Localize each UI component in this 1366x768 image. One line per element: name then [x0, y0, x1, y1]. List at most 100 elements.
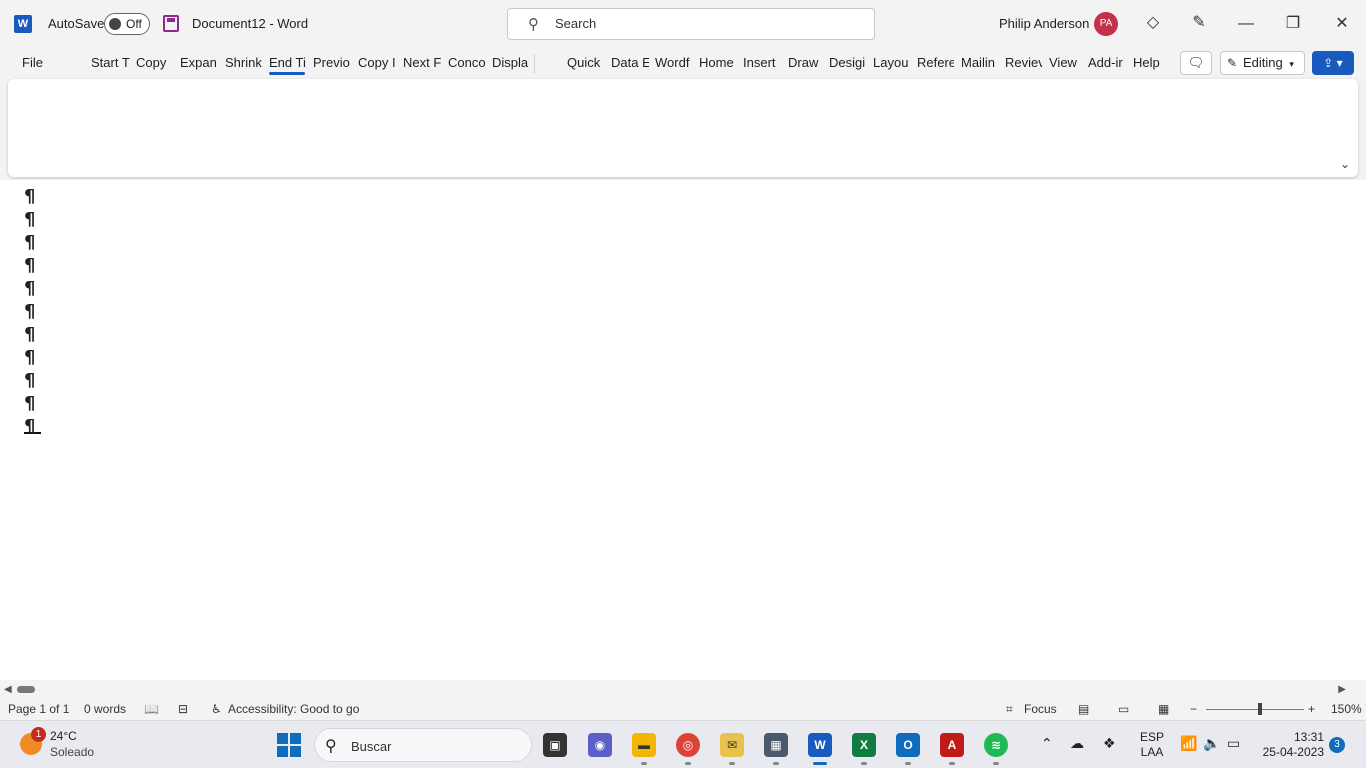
volume-icon[interactable]: 🔈: [1203, 735, 1220, 752]
calculator-icon[interactable]: ▦: [764, 733, 788, 757]
read-mode-icon[interactable]: ▤: [1078, 702, 1089, 716]
paragraph-mark[interactable]: ¶: [24, 369, 41, 392]
tab-next-f[interactable]: Next F: [403, 48, 443, 78]
tab-conco[interactable]: Conco: [448, 48, 488, 78]
tab-mailings[interactable]: Mailin: [961, 48, 998, 78]
tab-help[interactable]: Help: [1133, 48, 1165, 78]
language-code: ESP: [1140, 730, 1165, 744]
tab-end-ti[interactable]: End Ti: [269, 48, 308, 78]
tab-data-e[interactable]: Data E: [611, 48, 649, 78]
minimize-button[interactable]: —: [1231, 10, 1261, 38]
tab-start-t[interactable]: Start T: [91, 48, 131, 78]
chrome-icon[interactable]: ◎: [676, 733, 700, 757]
wifi-icon[interactable]: 📶: [1180, 735, 1197, 752]
tab-home[interactable]: Home: [699, 48, 737, 78]
sync-cloud-icon[interactable]: ☁: [1070, 735, 1084, 752]
accessibility-status[interactable]: Accessibility: Good to go: [228, 702, 359, 716]
weather-condition[interactable]: Soleado: [50, 745, 94, 759]
toggle-knob: [109, 18, 121, 30]
sticky-notes-icon[interactable]: ✉: [720, 733, 744, 757]
search-box[interactable]: ⚲: [507, 8, 875, 40]
tab-add-ins[interactable]: Add-ir: [1088, 48, 1125, 78]
windows-start-icon[interactable]: [277, 733, 301, 757]
pen-icon[interactable]: ✎: [1187, 12, 1211, 32]
user-name[interactable]: Philip Anderson: [999, 16, 1089, 31]
paragraph-mark[interactable]: ¶: [24, 231, 41, 254]
tab-view[interactable]: View: [1049, 48, 1081, 78]
tab-references[interactable]: Refere: [917, 48, 954, 78]
paragraph-mark[interactable]: ¶: [24, 185, 41, 208]
paragraph-mark[interactable]: ¶: [24, 254, 41, 277]
paragraph-mark[interactable]: ¶: [24, 346, 41, 369]
web-layout-icon[interactable]: ▦: [1158, 702, 1169, 716]
dropbox-icon[interactable]: ❖: [1103, 735, 1116, 752]
focus-icon: ⌗: [1006, 702, 1013, 716]
word-app-icon[interactable]: W: [808, 733, 832, 757]
zoom-slider[interactable]: [1206, 709, 1304, 710]
file-explorer-icon[interactable]: ▬: [632, 733, 656, 757]
autosave-toggle[interactable]: Off: [104, 13, 150, 35]
taskbar-search[interactable]: ⚲ Buscar: [314, 728, 532, 762]
show-hidden-icons-chevron-up-icon[interactable]: ⌃: [1041, 735, 1053, 752]
avatar[interactable]: PA: [1094, 12, 1118, 36]
document-canvas[interactable]: ¶ ¶ ¶ ¶ ¶ ¶ ¶ ¶ ¶ ¶ ¶: [0, 180, 1366, 680]
excel-icon[interactable]: X: [852, 733, 876, 757]
ribbon-expand-chevron-icon[interactable]: ⌄: [1340, 157, 1350, 171]
tab-draw[interactable]: Draw: [788, 48, 822, 78]
paragraph-mark[interactable]: ¶: [24, 323, 41, 346]
scroll-right-icon[interactable]: ▶: [1338, 684, 1346, 695]
tab-displa[interactable]: Displa: [492, 48, 532, 78]
teams-chat-icon[interactable]: ◉: [588, 733, 612, 757]
track-changes-icon[interactable]: ⊟: [178, 702, 188, 716]
tab-insert[interactable]: Insert: [743, 48, 781, 78]
search-input[interactable]: [555, 16, 855, 31]
restore-button[interactable]: ❐: [1278, 10, 1308, 38]
battery-icon[interactable]: ▭: [1227, 735, 1240, 752]
tab-file[interactable]: File: [22, 48, 62, 78]
zoom-in-icon[interactable]: +: [1308, 702, 1315, 716]
paragraph-mark[interactable]: ¶: [24, 277, 41, 300]
zoom-level[interactable]: 150%: [1331, 702, 1362, 716]
system-clock[interactable]: 13:31 25-04-2023: [1260, 730, 1324, 760]
comments-button[interactable]: 🗨: [1180, 51, 1212, 75]
pencil-icon: ✎: [1227, 56, 1238, 70]
tab-copy-i[interactable]: Copy I: [358, 48, 398, 78]
input-language[interactable]: ESP LAA: [1140, 730, 1164, 760]
acrobat-icon[interactable]: A: [940, 733, 964, 757]
proofing-icon[interactable]: 📖: [144, 702, 159, 716]
outlook-icon[interactable]: O: [896, 733, 920, 757]
word-count[interactable]: 0 words: [84, 702, 126, 716]
focus-button[interactable]: Focus: [1024, 702, 1057, 716]
paragraph-mark[interactable]: ¶: [24, 208, 41, 231]
scroll-thumb[interactable]: [17, 686, 35, 693]
tab-layout[interactable]: Layou: [873, 48, 910, 78]
tab-review[interactable]: Reviev: [1005, 48, 1042, 78]
tab-expan[interactable]: Expan: [180, 48, 220, 78]
zoom-slider-thumb[interactable]: [1258, 703, 1262, 715]
tab-copy[interactable]: Copy: [136, 48, 172, 78]
notification-badge[interactable]: 3: [1329, 737, 1345, 753]
document-title[interactable]: Document12 - Word: [192, 16, 308, 31]
chrome-indicator: [685, 762, 691, 765]
print-layout-icon[interactable]: ▭: [1118, 702, 1129, 716]
scroll-left-icon[interactable]: ◀: [4, 684, 12, 695]
diamond-icon[interactable]: ◇: [1141, 12, 1165, 32]
tab-design[interactable]: Desigi: [829, 48, 866, 78]
spotify-icon[interactable]: ≋: [984, 733, 1008, 757]
page-count[interactable]: Page 1 of 1: [8, 702, 69, 716]
editing-mode-button[interactable]: ✎ Editing ▾: [1220, 51, 1305, 75]
paragraph-mark[interactable]: ¶: [24, 300, 41, 323]
weather-temperature[interactable]: 24°C: [50, 729, 77, 743]
task-view-icon[interactable]: ▣: [543, 733, 567, 757]
paragraph-mark[interactable]: ¶: [24, 415, 41, 438]
tab-wordf[interactable]: Wordf: [655, 48, 691, 78]
save-icon[interactable]: [163, 15, 179, 32]
zoom-out-icon[interactable]: −: [1190, 702, 1197, 716]
paragraph-mark[interactable]: ¶: [24, 392, 41, 415]
tab-quick[interactable]: Quick: [567, 48, 603, 78]
close-button[interactable]: ✕: [1327, 10, 1357, 38]
tab-previo[interactable]: Previo: [313, 48, 354, 78]
horizontal-scrollbar[interactable]: ◀ ▶: [0, 682, 1366, 698]
tab-shrink[interactable]: Shrink: [225, 48, 265, 78]
share-button[interactable]: ⇪ ▾: [1312, 51, 1354, 75]
